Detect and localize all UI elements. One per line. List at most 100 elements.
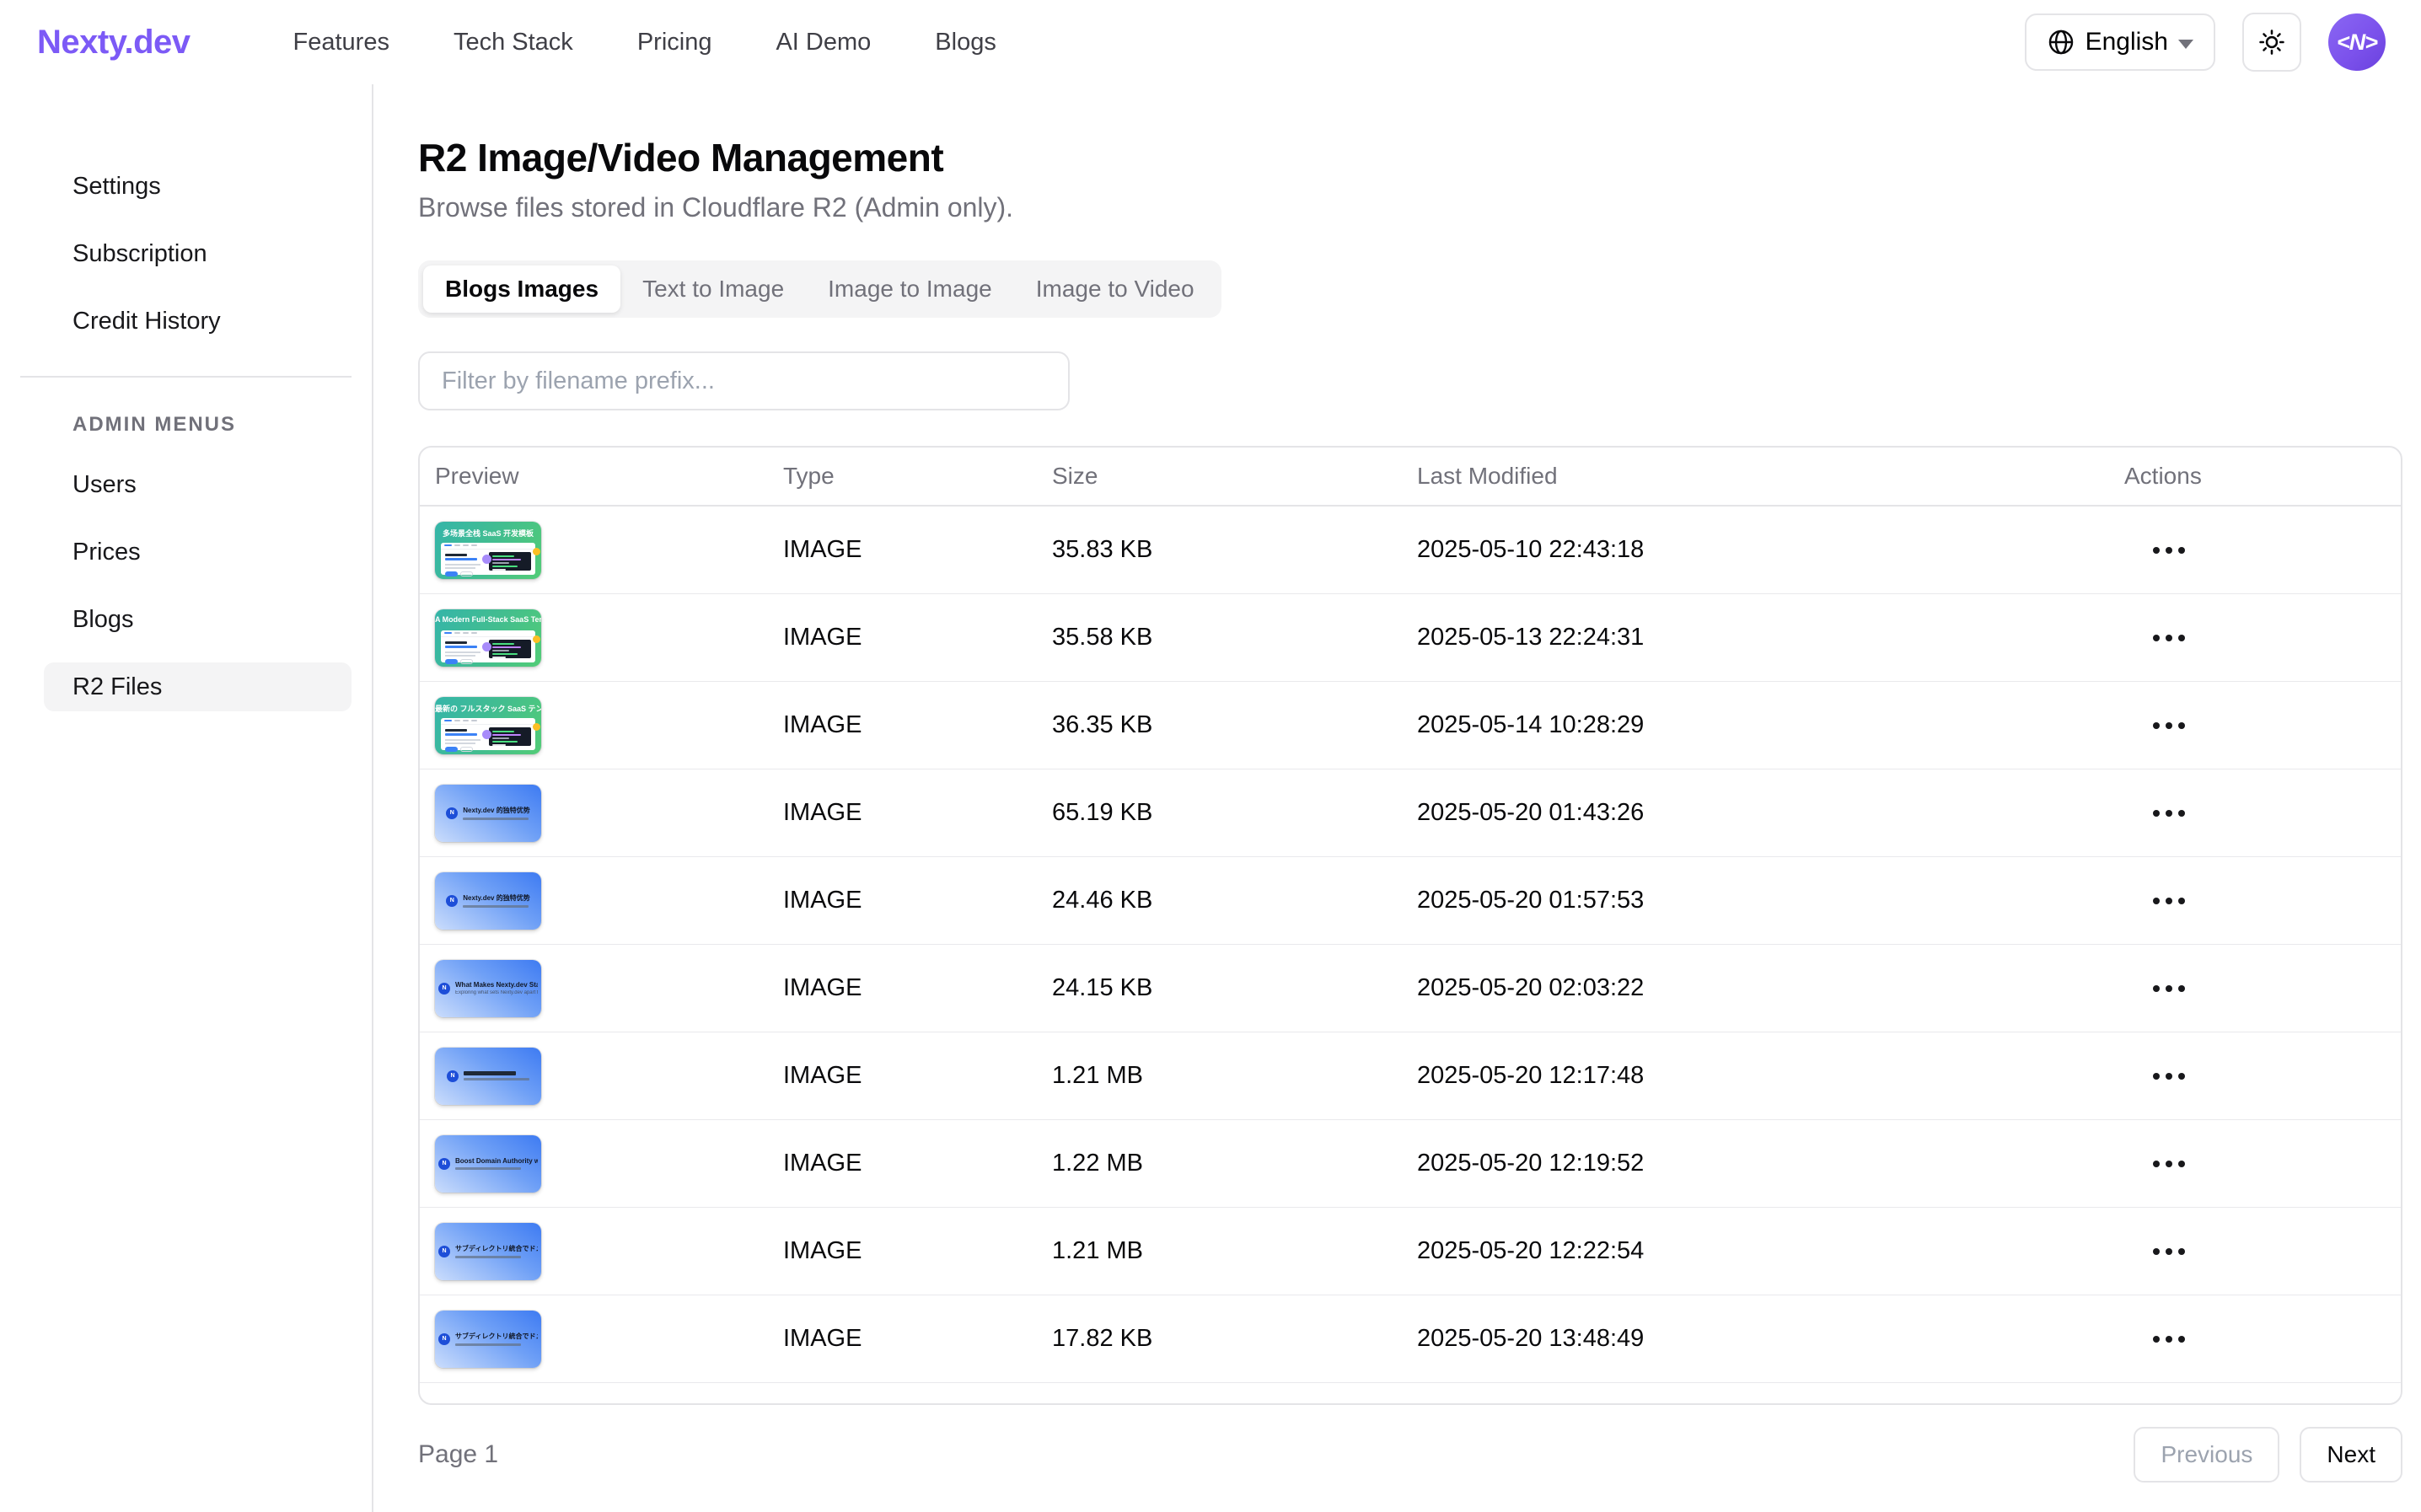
- yellow-dot: [533, 635, 540, 643]
- type-cell: IMAGE: [783, 1062, 1052, 1090]
- sidebar-item-settings[interactable]: Settings: [44, 162, 352, 211]
- thumb-code-block: [489, 640, 531, 658]
- preview-cell: 多场景全栈 SaaS 开发模板: [420, 522, 783, 579]
- actions-cell: [2124, 1327, 2401, 1351]
- last-modified-cell: 2025-05-20 12:17:48: [1417, 1062, 2124, 1090]
- nav-item-pricing[interactable]: Pricing: [637, 29, 712, 56]
- sidebar-item-users[interactable]: Users: [44, 460, 352, 509]
- thumb-code-block: [489, 552, 531, 571]
- row-actions-button ellipsis-icon[interactable]: [2145, 626, 2193, 650]
- sidebar-item-blogs[interactable]: Blogs: [44, 595, 352, 644]
- table-row: 最新の フルスタック SaaS テンプレートIMAGE36.35 KB2025-…: [420, 682, 2401, 769]
- table-row: NIMAGE1.21 MB2025-05-20 12:17:48: [420, 1032, 2401, 1120]
- type-cell: IMAGE: [783, 624, 1052, 651]
- thumb-title: サブディレクトリ統合でドメイン権威性を向上: [455, 1332, 538, 1341]
- globe-icon: [2047, 28, 2075, 56]
- row-actions-button ellipsis-icon[interactable]: [2145, 714, 2193, 737]
- nav-item-features[interactable]: Features: [293, 29, 389, 56]
- actions-cell: [2124, 977, 2401, 1000]
- table-row: 多场景全栈 SaaS 开发模板IMAGE35.83 KB2025-05-10 2…: [420, 507, 2401, 594]
- header-right: English <N>: [2025, 13, 2386, 72]
- last-modified-cell: 2025-05-20 02:03:22: [1417, 974, 2124, 1002]
- tab-text-to-image[interactable]: Text to Image: [620, 265, 806, 313]
- size-cell: 17.82 KB: [1052, 1325, 1417, 1353]
- type-cell: IMAGE: [783, 974, 1052, 1002]
- previous-page-button[interactable]: Previous: [2134, 1427, 2279, 1483]
- main-content: R2 Image/Video Management Browse files s…: [373, 84, 2421, 1512]
- table-row: Nサブディレクトリ統合でドメイン権威性を向上IMAGE1.21 MB2025-0…: [420, 1208, 2401, 1295]
- tab-image-to-video[interactable]: Image to Video: [1014, 265, 1216, 313]
- row-actions-button ellipsis-icon[interactable]: [2145, 1064, 2193, 1088]
- sidebar-item-subscription[interactable]: Subscription: [44, 229, 352, 278]
- thumb-subtitle-bar: [463, 818, 529, 820]
- preview-cell: NWhat Makes Nexty.dev Stand OutExploring…: [420, 960, 783, 1017]
- row-actions-button ellipsis-icon[interactable]: [2145, 1327, 2193, 1351]
- size-cell: 1.22 MB: [1052, 1150, 1417, 1177]
- file-thumbnail[interactable]: N サブディレクトリ統合でドメイン権威性を向上: [435, 1223, 541, 1280]
- row-actions-button ellipsis-icon[interactable]: [2145, 539, 2193, 562]
- thumb-logo-icon: N: [438, 1246, 450, 1257]
- file-thumbnail[interactable]: NBoost Domain Authority with Subdirector…: [435, 1135, 541, 1193]
- type-cell: IMAGE: [783, 799, 1052, 827]
- row-actions-button ellipsis-icon[interactable]: [2145, 1152, 2193, 1176]
- type-cell: IMAGE: [783, 1325, 1052, 1353]
- page-subtitle: Browse files stored in Cloudflare R2 (Ad…: [418, 192, 2402, 223]
- file-thumbnail[interactable]: 最新の フルスタック SaaS テンプレート: [435, 697, 541, 754]
- sidebar-item-credit-history[interactable]: Credit History: [44, 297, 352, 346]
- row-actions-button ellipsis-icon[interactable]: [2145, 802, 2193, 825]
- admin-menus-label: ADMIN MENUS: [44, 413, 352, 437]
- file-thumbnail[interactable]: Nサブディレクトリ統合でドメイン権威性を向上: [435, 1311, 541, 1368]
- file-thumbnail[interactable]: A Modern Full-Stack SaaS Template: [435, 609, 541, 667]
- sidebar-divider: [20, 376, 352, 378]
- next-page-button[interactable]: Next: [2300, 1427, 2402, 1483]
- sidebar-item-prices[interactable]: Prices: [44, 528, 352, 576]
- file-thumbnail[interactable]: 多场景全栈 SaaS 开发模板: [435, 522, 541, 579]
- file-thumbnail[interactable]: NNexty.dev 的独特优势: [435, 872, 541, 930]
- thumb-title: サブディレクトリ統合でドメイン権威性を向上: [455, 1244, 538, 1253]
- purple-dot: [482, 730, 491, 739]
- thumb-title: Nexty.dev 的独特优势: [463, 806, 529, 815]
- table-row: NBoost Domain Authority with Subdirector…: [420, 1120, 2401, 1208]
- file-thumbnail[interactable]: NWhat Makes Nexty.dev Stand OutExploring…: [435, 960, 541, 1017]
- preview-cell: N サブディレクトリ統合でドメイン権威性を向上: [420, 1223, 783, 1280]
- actions-cell: [2124, 539, 2401, 562]
- top-header: Nexty.dev Features Tech Stack Pricing AI De…: [0, 0, 2421, 84]
- thumb-logo-icon: N: [447, 1070, 459, 1082]
- file-thumbnail[interactable]: NNexty.dev 的独特优势: [435, 785, 541, 842]
- nav-item-ai-demo[interactable]: AI Demo: [776, 29, 871, 56]
- row-actions-button ellipsis-icon[interactable]: [2145, 889, 2193, 913]
- sidebar: Settings Subscription Credit History ADMIN…: [0, 84, 373, 1512]
- thumb-subtitle: Exploring what sets Nexty.dev apart from…: [455, 990, 538, 995]
- row-actions-button ellipsis-icon[interactable]: [2145, 1240, 2193, 1263]
- pagination: Page 1 Previous Next: [418, 1427, 2402, 1483]
- thumb-logo-icon: N: [438, 983, 450, 995]
- column-header-type: Type: [783, 463, 1052, 490]
- thumb-title: Nexty.dev 的独特优势: [463, 893, 529, 903]
- preview-cell: NBoost Domain Authority with Subdirector…: [420, 1135, 783, 1193]
- sidebar-item-r2-files[interactable]: R2 Files: [44, 662, 352, 711]
- filename-filter-input[interactable]: [418, 351, 1070, 410]
- tab-blogs-images[interactable]: Blogs Images: [423, 265, 620, 313]
- nav-item-blogs[interactable]: Blogs: [935, 29, 996, 56]
- last-modified-cell: 2025-05-13 22:24:31: [1417, 624, 2124, 651]
- type-cell: IMAGE: [783, 1150, 1052, 1177]
- table-row: NWhat Makes Nexty.dev Stand OutExploring…: [420, 945, 2401, 1032]
- row-actions-button ellipsis-icon[interactable]: [2145, 977, 2193, 1000]
- main-nav: Features Tech Stack Pricing AI Demo Blogs: [293, 29, 996, 56]
- column-header-preview: Preview: [420, 463, 783, 490]
- files-table: PreviewTypeSizeLast ModifiedActions 多场景全…: [418, 446, 2402, 1405]
- brand-logo[interactable]: Nexty.dev: [37, 24, 191, 62]
- user-avatar[interactable]: <N>: [2328, 13, 2386, 71]
- chevron-down-icon: [2178, 40, 2193, 49]
- thumb-title: Boost Domain Authority with Subdirectory…: [455, 1157, 538, 1165]
- file-thumbnail[interactable]: N: [435, 1048, 541, 1105]
- theme-toggle-button[interactable]: [2242, 13, 2301, 72]
- tab-image-to-image[interactable]: Image to Image: [806, 265, 1014, 313]
- language-selector-button[interactable]: English: [2025, 13, 2215, 71]
- table-header-row: PreviewTypeSizeLast ModifiedActions: [420, 448, 2401, 507]
- thumb-subtitle-bar: [455, 1167, 521, 1170]
- thumb-title-bar: [464, 1071, 516, 1075]
- preview-cell: NNexty.dev 的独特优势: [420, 872, 783, 930]
- nav-item-tech-stack[interactable]: Tech Stack: [454, 29, 573, 56]
- column-header-last-modified: Last Modified: [1417, 463, 2124, 490]
